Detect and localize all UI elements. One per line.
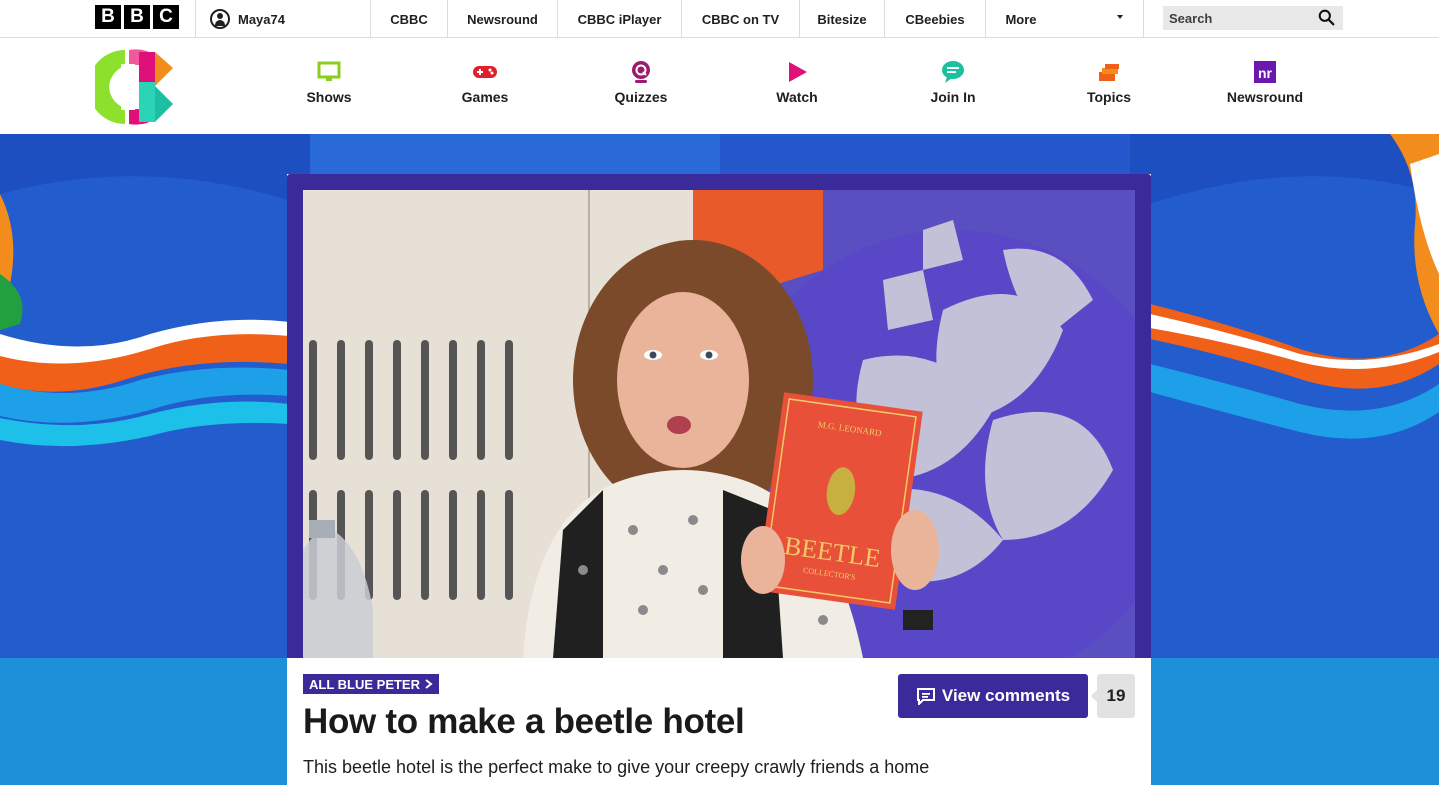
newsround-icon: nr <box>1254 61 1276 83</box>
svg-text:nr: nr <box>1258 65 1273 81</box>
quiz-icon <box>632 61 650 83</box>
nav-link-more[interactable]: More <box>986 0 1056 38</box>
nav-item-join-in[interactable]: Join In <box>893 58 1013 118</box>
account-link[interactable]: Maya74 <box>210 0 285 38</box>
cbbc-logo[interactable] <box>95 46 177 128</box>
bbc-logo[interactable]: B B C <box>95 5 179 29</box>
search-icon[interactable] <box>1318 9 1335 26</box>
nav-link-cbbc-on-tv[interactable]: CBBC on TV <box>682 0 799 38</box>
topics-icon <box>1099 64 1119 81</box>
nav-link-cbbc[interactable]: CBBC <box>371 0 447 38</box>
nav-label-games: Games <box>461 89 509 105</box>
video-still: M.G. LEONARD BEETLE COLLECTOR'S <box>303 190 1135 658</box>
category-label: ALL BLUE PETER <box>309 676 420 692</box>
search-input[interactable]: Search <box>1163 6 1343 30</box>
nav-item-quizzes[interactable]: Quizzes <box>581 58 701 118</box>
video-player[interactable]: M.G. LEONARD BEETLE COLLECTOR'S <box>303 190 1135 658</box>
chevron-right-icon <box>425 679 433 689</box>
nav-item-watch[interactable]: Watch <box>737 58 857 118</box>
divider <box>195 0 196 38</box>
user-icon <box>210 9 230 29</box>
bbc-logo-letter: B <box>124 5 150 29</box>
nav-link-cbeebies[interactable]: CBeebies <box>885 0 985 38</box>
chevron-down-icon[interactable] <box>1117 15 1123 19</box>
comment-icon <box>916 688 935 705</box>
tv-icon <box>317 61 341 81</box>
article-description: This beetle hotel is the perfect make to… <box>303 757 930 785</box>
bbc-logo-letter: C <box>153 5 179 29</box>
bbc-logo-letter: B <box>95 5 121 29</box>
bbc-global-bar: B B C Maya74 CBBC Newsround CBBC iPlayer… <box>0 0 1439 38</box>
view-comments-label: View comments <box>941 686 1071 705</box>
view-comments-button[interactable]: View comments <box>898 674 1088 718</box>
nav-label-watch: Watch <box>776 89 818 105</box>
nav-item-topics[interactable]: Topics <box>1049 58 1169 118</box>
nav-item-shows[interactable]: Shows <box>269 58 389 118</box>
nav-label-quizzes: Quizzes <box>614 89 668 105</box>
article-title: How to make a beetle hotel <box>303 702 745 741</box>
nav-label-newsround: Newsround <box>1226 89 1304 105</box>
search-placeholder: Search <box>1169 10 1213 26</box>
cbbc-nav: Shows Games Quizzes Watch Join In Topics… <box>0 38 1439 134</box>
play-icon <box>789 62 807 82</box>
nav-item-games[interactable]: Games <box>425 58 545 118</box>
nav-label-join-in: Join In <box>930 89 976 105</box>
nav-label-topics: Topics <box>1086 89 1132 105</box>
nav-link-cbbc-iplayer[interactable]: CBBC iPlayer <box>558 0 681 38</box>
gamepad-icon <box>473 66 497 78</box>
nav-link-bitesize[interactable]: Bitesize <box>800 0 884 38</box>
nav-label-shows: Shows <box>306 89 352 105</box>
category-tag[interactable]: ALL BLUE PETER <box>303 674 439 694</box>
nav-item-newsround[interactable]: nr Newsround <box>1205 58 1325 118</box>
chat-icon <box>942 61 964 83</box>
divider <box>1143 0 1144 38</box>
account-name: Maya74 <box>238 11 285 27</box>
comments-count-badge: 19 <box>1091 674 1135 718</box>
nav-link-newsround[interactable]: Newsround <box>448 0 557 38</box>
